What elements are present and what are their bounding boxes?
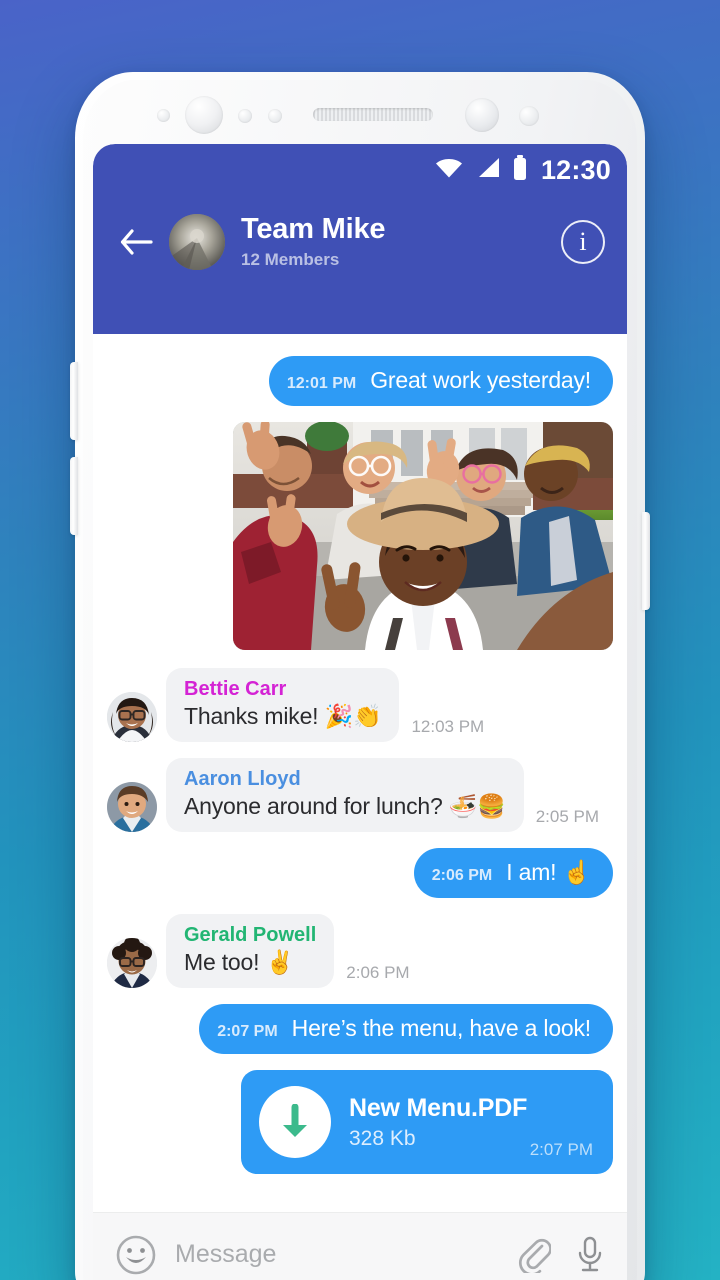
- info-icon: i: [579, 227, 587, 256]
- power-button[interactable]: [642, 512, 650, 610]
- back-button[interactable]: [113, 219, 159, 265]
- message-row-photo: [107, 422, 613, 650]
- status-bar-clock: 12:30: [540, 154, 611, 185]
- message-row-outgoing: 2:06 PM I am! ☝️: [107, 848, 613, 898]
- attach-button[interactable]: [515, 1234, 553, 1276]
- file-attachment-card[interactable]: New Menu.PDF 328 Kb 2:07 PM: [241, 1070, 613, 1174]
- message-sender-name: Gerald Powell: [184, 924, 317, 946]
- message-timestamp: 12:01 PM: [286, 375, 357, 392]
- avatar-bettie-carr[interactable]: [107, 692, 157, 742]
- message-bubble-lunch[interactable]: Aaron Lloyd Anyone around for lunch? 🍜🍔: [166, 758, 524, 832]
- message-text: Here’s the menu, have a look!: [291, 1015, 592, 1041]
- volume-up-button[interactable]: [70, 362, 78, 440]
- message-bubble-me-too[interactable]: Gerald Powell Me too! ✌️: [166, 914, 335, 988]
- light-sensor-icon: [238, 109, 252, 123]
- volume-down-button[interactable]: [70, 457, 78, 535]
- message-row-file: New Menu.PDF 328 Kb 2:07 PM: [107, 1070, 613, 1174]
- cellular-signal-icon: [475, 156, 501, 185]
- incoming-message-group: Bettie Carr Thanks mike! 🎉👏 12:03 PM: [166, 668, 484, 742]
- back-arrow-icon: [120, 229, 153, 255]
- info-button[interactable]: i: [561, 220, 605, 264]
- paperclip-icon: [518, 1238, 551, 1273]
- emoji-button[interactable]: [115, 1234, 157, 1276]
- microphone-icon: [578, 1236, 602, 1271]
- wifi-icon: [434, 156, 464, 185]
- message-sender-name: Aaron Lloyd: [184, 768, 301, 790]
- secondary-sensor-icon: [519, 106, 539, 126]
- message-list[interactable]: 12:01 PM Great work yesterday! Bettie Ca…: [93, 334, 627, 1212]
- message-text: Anyone around for lunch? 🍜🍔: [184, 793, 506, 819]
- mic-button[interactable]: [571, 1234, 609, 1276]
- message-sender-name: Bettie Carr: [184, 678, 287, 700]
- message-bubble-great-work[interactable]: 12:01 PM Great work yesterday!: [268, 356, 613, 406]
- message-text: Me too! ✌️: [184, 949, 294, 975]
- message-bubble-thanks-mike[interactable]: Bettie Carr Thanks mike! 🎉👏: [166, 668, 400, 742]
- iris-scanner-icon: [465, 98, 499, 132]
- chat-title-group: Team Mike 12 Members: [241, 213, 561, 270]
- phone-sensor-row: [75, 90, 645, 142]
- status-bar: 12:30: [434, 148, 611, 192]
- proximity-sensor-icon: [157, 109, 170, 122]
- message-row-incoming: Aaron Lloyd Anyone around for lunch? 🍜🍔 …: [107, 758, 613, 832]
- download-button[interactable]: [259, 1086, 331, 1158]
- message-row-outgoing: 2:07 PM Here’s the menu, have a look!: [107, 1004, 613, 1054]
- phone-device-frame: 12:30 Team Mike 12 Members i 12:01 PM Gr…: [70, 72, 650, 1280]
- message-timestamp: 2:07 PM: [217, 1023, 278, 1040]
- message-input-bar: [93, 1212, 627, 1280]
- smiley-face-icon: [116, 1235, 156, 1274]
- message-text: Thanks mike! 🎉👏: [184, 703, 382, 729]
- led-indicator-icon: [268, 109, 282, 123]
- message-text: I am! ☝️: [506, 859, 591, 885]
- message-row-incoming: Gerald Powell Me too! ✌️ 2:06 PM: [107, 914, 613, 988]
- chat-header-row: Team Mike 12 Members i: [93, 192, 627, 292]
- message-input[interactable]: [175, 1240, 497, 1269]
- message-row-outgoing: 12:01 PM Great work yesterday!: [107, 356, 613, 406]
- message-text: Great work yesterday!: [370, 367, 591, 393]
- earpiece-speaker-grille: [313, 108, 433, 121]
- photo-attachment[interactable]: [233, 422, 613, 650]
- page-title: Team Mike: [241, 213, 386, 246]
- battery-icon: [512, 154, 528, 186]
- group-avatar[interactable]: [169, 214, 225, 270]
- chat-header: 12:30 Team Mike 12 Members i: [93, 144, 627, 334]
- phone-screen: 12:30 Team Mike 12 Members i 12:01 PM Gr…: [93, 144, 627, 1280]
- message-timestamp: 2:06 PM: [431, 867, 493, 884]
- avatar-gerald-powell[interactable]: [107, 938, 157, 988]
- download-arrow-icon: [283, 1104, 307, 1137]
- message-bubble-i-am[interactable]: 2:06 PM I am! ☝️: [413, 848, 613, 898]
- message-bubble-heres-menu[interactable]: 2:07 PM Here’s the menu, have a look!: [199, 1004, 613, 1054]
- front-camera-icon: [185, 96, 223, 134]
- message-timestamp: 2:06 PM: [346, 963, 410, 982]
- avatar-aaron-lloyd[interactable]: [107, 782, 157, 832]
- member-count-label: 12 Members: [241, 249, 340, 269]
- message-timestamp: 2:07 PM: [529, 1140, 593, 1159]
- incoming-message-group: Gerald Powell Me too! ✌️ 2:06 PM: [166, 914, 410, 988]
- message-timestamp: 12:03 PM: [411, 717, 485, 736]
- file-name-label: New Menu.PDF: [349, 1094, 528, 1122]
- incoming-message-group: Aaron Lloyd Anyone around for lunch? 🍜🍔 …: [166, 758, 599, 832]
- message-timestamp: 2:05 PM: [535, 807, 599, 826]
- message-row-incoming: Bettie Carr Thanks mike! 🎉👏 12:03 PM: [107, 668, 613, 742]
